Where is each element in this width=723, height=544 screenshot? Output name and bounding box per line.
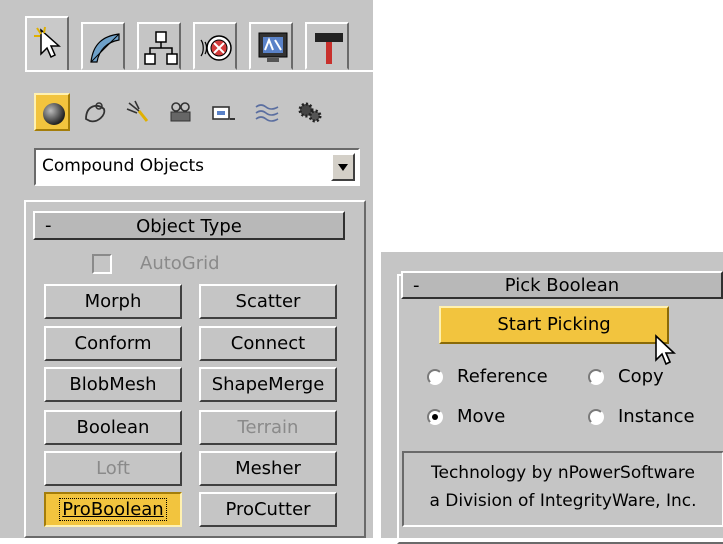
cameras-button[interactable] xyxy=(163,93,199,131)
command-panel: Compound Objects - Object Type AutoGrid … xyxy=(0,0,373,538)
helpers-icon xyxy=(212,106,235,120)
mesher-button[interactable]: Mesher xyxy=(199,451,337,486)
helpers-button[interactable] xyxy=(206,93,242,131)
procutter-button[interactable]: ProCutter xyxy=(199,492,337,527)
pick-boolean-header[interactable]: - Pick Boolean xyxy=(401,271,723,299)
mouse-cursor-icon xyxy=(655,334,677,366)
space-warps-icon xyxy=(255,104,279,122)
tab-display[interactable] xyxy=(249,22,293,70)
dropdown-arrow-button[interactable] xyxy=(331,153,355,181)
proboolean-label: ProBoolean xyxy=(59,498,167,521)
space-warps-button[interactable] xyxy=(249,93,285,131)
instance-label: Instance xyxy=(618,406,695,427)
shapes-button[interactable] xyxy=(77,93,113,131)
autogrid-checkbox xyxy=(92,254,112,274)
start-picking-button[interactable]: Start Picking xyxy=(439,306,669,344)
reference-radio-circle xyxy=(427,369,443,385)
loft-button[interactable]: Loft xyxy=(44,451,182,486)
move-label: Move xyxy=(457,406,506,427)
shapes-icon xyxy=(85,102,106,123)
command-panel-tabs xyxy=(25,16,373,72)
pick-boolean-panel: - Pick Boolean Start Picking Reference C… xyxy=(381,252,723,544)
boolean-button[interactable]: Boolean xyxy=(44,410,182,445)
scatter-button[interactable]: Scatter xyxy=(199,284,337,319)
lights-icon xyxy=(126,100,149,122)
autogrid-option: AutoGrid xyxy=(92,252,292,278)
utilities-hammer-icon xyxy=(315,33,343,64)
geometry-button[interactable] xyxy=(34,93,70,131)
motion-icon xyxy=(200,35,232,61)
cameras-icon xyxy=(170,102,191,122)
dropdown-value: Compound Objects xyxy=(42,156,204,176)
category-buttons xyxy=(34,93,373,133)
tab-separator xyxy=(25,70,373,72)
tab-hierarchy[interactable] xyxy=(137,22,181,70)
object-type-header[interactable]: - Object Type xyxy=(33,211,345,240)
credit-line-2: a Division of IntegrityWare, Inc. xyxy=(429,491,697,511)
autogrid-label: AutoGrid xyxy=(140,253,220,274)
technology-credit-box: Technology by nPowerSoftware a Division … xyxy=(402,451,723,527)
display-monitor-icon xyxy=(258,32,288,62)
conform-button[interactable]: Conform xyxy=(44,326,182,361)
blobmesh-button[interactable]: BlobMesh xyxy=(44,367,182,402)
category-dropdown[interactable]: Compound Objects xyxy=(34,148,360,186)
terrain-button[interactable]: Terrain xyxy=(199,410,337,445)
morph-button[interactable]: Morph xyxy=(44,284,182,319)
credit-line-1: Technology by nPowerSoftware xyxy=(431,463,695,483)
connect-button[interactable]: Connect xyxy=(199,326,337,361)
copy-radio-circle xyxy=(588,369,604,385)
systems-button[interactable] xyxy=(292,93,328,131)
shapemerge-button[interactable]: ShapeMerge xyxy=(199,367,337,402)
proboolean-button[interactable]: ProBoolean xyxy=(44,492,182,527)
move-radio-circle xyxy=(427,409,443,425)
hierarchy-icon xyxy=(144,31,178,65)
tab-create[interactable] xyxy=(25,16,69,72)
copy-label: Copy xyxy=(618,366,664,387)
reference-label: Reference xyxy=(457,366,548,387)
instance-radio-circle xyxy=(588,409,604,425)
tab-modify[interactable] xyxy=(81,22,125,70)
tab-utilities[interactable] xyxy=(305,22,349,70)
lights-button[interactable] xyxy=(120,93,156,131)
rollout-title: Object Type xyxy=(136,216,242,237)
rollout-title: Pick Boolean xyxy=(504,275,620,296)
tab-motion[interactable] xyxy=(193,22,237,70)
geometry-sphere-icon xyxy=(43,103,65,125)
modify-curve-icon xyxy=(90,33,120,63)
systems-icon xyxy=(298,102,322,123)
create-arrow-icon xyxy=(34,26,61,59)
